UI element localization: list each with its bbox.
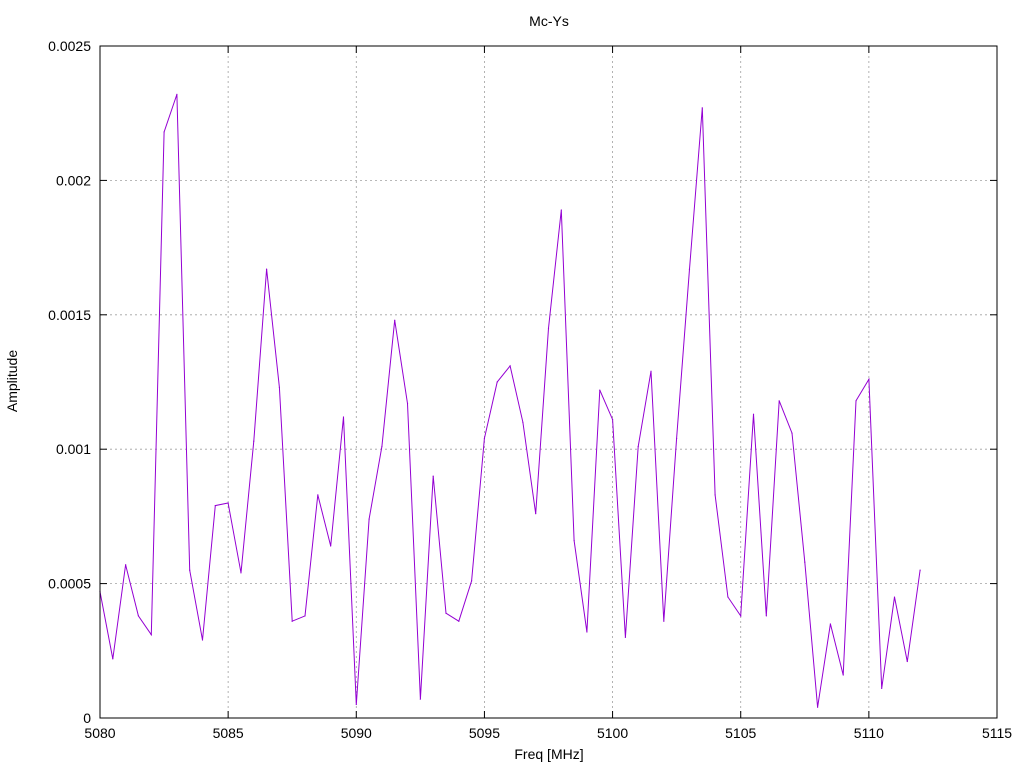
y-tick-label: 0.0025 bbox=[48, 38, 91, 54]
data-point bbox=[176, 93, 178, 95]
data-point bbox=[330, 545, 332, 547]
data-point bbox=[445, 612, 447, 614]
x-tick-label: 5090 bbox=[341, 725, 372, 741]
data-point bbox=[868, 378, 870, 380]
data-point bbox=[701, 107, 703, 109]
data-point bbox=[727, 596, 729, 598]
x-tick-label: 5115 bbox=[982, 725, 1012, 741]
data-point bbox=[227, 502, 229, 504]
y-tick-label: 0.002 bbox=[56, 172, 91, 188]
data-point bbox=[253, 440, 255, 442]
x-axis-label: Freq [MHz] bbox=[514, 746, 583, 762]
y-axis-label: Amplitude bbox=[4, 350, 20, 412]
data-point bbox=[342, 416, 345, 418]
x-tick-label: 5085 bbox=[213, 725, 244, 741]
data-point bbox=[881, 687, 883, 690]
x-tick-label: 5105 bbox=[725, 725, 756, 741]
y-tick-label: 0.0005 bbox=[48, 576, 91, 592]
data-point bbox=[829, 623, 832, 625]
y-tick-label: 0.0015 bbox=[48, 307, 91, 323]
axis-ticks bbox=[99, 45, 998, 719]
data-point bbox=[535, 513, 537, 515]
data-point bbox=[791, 432, 793, 434]
data-point bbox=[804, 561, 806, 563]
data-point bbox=[163, 131, 165, 133]
data-point bbox=[496, 381, 498, 383]
data-point bbox=[189, 569, 191, 571]
chart-title: Mc-Ys bbox=[529, 13, 569, 29]
data-point bbox=[483, 437, 486, 440]
tick-labels: 5080 5085 5090 5095 5100 5105 5110 5115 0 0.0005 0… bbox=[48, 38, 1012, 741]
data-point bbox=[432, 475, 434, 477]
data-point bbox=[650, 370, 652, 372]
data-point bbox=[586, 631, 588, 633]
data-point bbox=[752, 413, 755, 415]
x-tick-label: 5095 bbox=[469, 725, 500, 741]
data-point bbox=[573, 539, 575, 542]
y-tick-label: 0.001 bbox=[56, 441, 91, 457]
data-point bbox=[240, 572, 242, 574]
data-point bbox=[125, 564, 127, 566]
data-point bbox=[201, 639, 204, 641]
data-point bbox=[740, 615, 742, 617]
data-point bbox=[112, 658, 114, 660]
data-point bbox=[906, 660, 908, 663]
x-tick-label: 5110 bbox=[854, 725, 884, 741]
data-point bbox=[291, 620, 293, 622]
data-point bbox=[278, 386, 280, 388]
y-tick-label: 0 bbox=[83, 710, 91, 726]
data-point bbox=[394, 319, 396, 321]
data-point bbox=[214, 505, 216, 507]
data-point bbox=[599, 389, 601, 391]
data-point bbox=[137, 615, 140, 617]
data-point bbox=[663, 620, 665, 622]
data-point bbox=[778, 400, 780, 402]
x-tick-label: 5080 bbox=[84, 725, 115, 741]
data-point bbox=[406, 402, 409, 405]
data-point bbox=[458, 620, 460, 622]
data-point bbox=[919, 569, 921, 571]
data-point bbox=[304, 615, 306, 617]
data-point bbox=[509, 365, 511, 367]
data-point bbox=[855, 400, 857, 402]
data-point bbox=[765, 615, 767, 617]
series-line bbox=[99, 94, 921, 708]
data-point bbox=[419, 698, 421, 700]
data-point bbox=[471, 580, 473, 582]
data-point bbox=[547, 327, 550, 329]
data-point bbox=[355, 703, 357, 706]
data-point bbox=[381, 445, 383, 448]
data-point bbox=[688, 268, 691, 270]
line-chart: Mc-Ys Amplitude Freq [MHz] 5080 5085 5090 5… bbox=[4, 13, 1012, 762]
data-point bbox=[676, 437, 678, 440]
data-point bbox=[265, 268, 268, 270]
data-point bbox=[714, 494, 716, 496]
data-point bbox=[150, 634, 152, 636]
data-point bbox=[317, 494, 319, 496]
data-point bbox=[637, 445, 639, 448]
data-point bbox=[893, 596, 896, 598]
data-point bbox=[560, 209, 562, 211]
data-point bbox=[522, 421, 524, 423]
series-layer bbox=[99, 93, 921, 708]
data-point bbox=[817, 706, 819, 708]
data-point bbox=[624, 636, 626, 638]
data-point bbox=[842, 674, 844, 676]
grid-lines bbox=[100, 46, 997, 718]
data-point bbox=[611, 419, 614, 421]
data-point bbox=[368, 518, 370, 520]
plot-frame bbox=[99, 45, 998, 719]
x-tick-label: 5100 bbox=[597, 725, 628, 741]
